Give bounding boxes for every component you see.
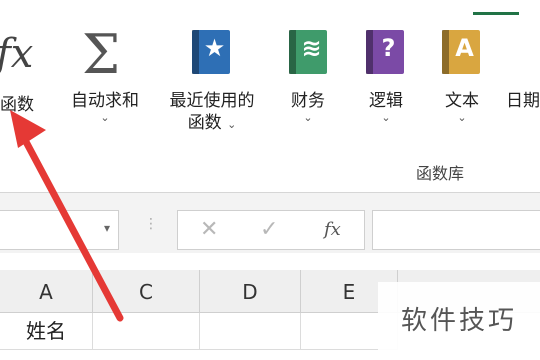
annotation-arrow-icon <box>10 110 124 322</box>
